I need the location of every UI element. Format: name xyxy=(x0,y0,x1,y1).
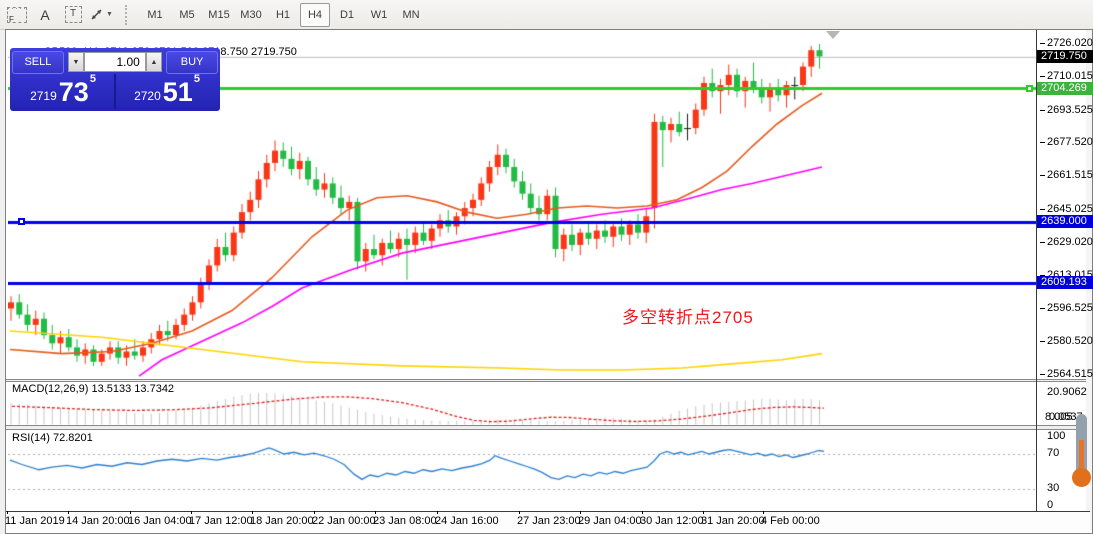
timeframe-button-m30[interactable]: M30 xyxy=(236,3,266,27)
price-badge: 2609.193 xyxy=(1037,276,1093,289)
chart-shift-marker[interactable] xyxy=(826,31,840,39)
text-label-icon: T xyxy=(65,6,82,23)
timeframe-button-w1[interactable]: W1 xyxy=(364,3,394,27)
diagonal-arrows-icon xyxy=(89,7,104,22)
timeframe-button-h1[interactable]: H1 xyxy=(268,3,298,27)
price-tick: 2564.515 xyxy=(1047,368,1093,380)
price-tick: 2661.515 xyxy=(1047,169,1093,181)
rsi-axis-label: 30 xyxy=(1047,482,1059,494)
arrows-tool-button[interactable]: ▼ xyxy=(88,3,114,27)
pane-splitter[interactable] xyxy=(6,425,1090,430)
timeframe-button-m15[interactable]: M15 xyxy=(204,3,234,27)
price-tick: 2645.025 xyxy=(1047,203,1093,215)
date-label: 18 Jan 20:00 xyxy=(250,515,314,527)
macd-label: MACD(12,26,9) 13.5133 13.7342 xyxy=(12,383,174,395)
volume-up-button[interactable]: ▲ xyxy=(146,52,162,72)
buy-button[interactable]: BUY xyxy=(166,51,218,74)
price-tick: 2726.020 xyxy=(1047,37,1093,49)
sell-button[interactable]: SELL xyxy=(12,51,64,74)
toolbar-grip[interactable] xyxy=(125,5,133,25)
rsi-axis-label: 100 xyxy=(1047,430,1065,442)
one-click-trading-panel: SELL ▼ 1.00 ▲ BUY 2719735 2720515 xyxy=(10,48,220,111)
price-tick: 2596.525 xyxy=(1047,302,1093,314)
rsi-label: RSI(14) 72.8201 xyxy=(12,432,93,444)
timeframe-button-mn[interactable]: MN xyxy=(396,3,426,27)
timeframe-button-m5[interactable]: M5 xyxy=(172,3,202,27)
volume-down-button[interactable]: ▼ xyxy=(68,52,84,72)
date-label: 11 Jan 2019 xyxy=(5,515,65,527)
price-badge: 2639.000 xyxy=(1037,215,1093,228)
date-label: 14 Jan 20:00 xyxy=(66,515,130,527)
price-tick: 2629.020 xyxy=(1047,236,1093,248)
rsi-axis-label: 70 xyxy=(1047,447,1059,459)
toolbar: F A T ▼ M1M5M15M30H1H4D1W1MN xyxy=(0,0,1093,30)
price-tick: 2693.525 xyxy=(1047,104,1093,116)
timeframe-bar: M1M5M15M30H1H4D1W1MN xyxy=(139,3,427,27)
price-badge: 2719.750 xyxy=(1037,50,1093,63)
timeframe-button-m1[interactable]: M1 xyxy=(140,3,170,27)
date-label: 30 Jan 12:00 xyxy=(640,515,704,527)
sell-price[interactable]: 2719735 xyxy=(12,74,114,109)
pane-splitter[interactable] xyxy=(6,379,1090,382)
date-label: 22 Jan 00:00 xyxy=(312,515,376,527)
price-tick: 2710.015 xyxy=(1047,70,1093,82)
macd-axis-top: 20.9062 xyxy=(1047,386,1087,398)
text-label-tool-button[interactable]: T xyxy=(60,3,86,27)
chevron-down-icon[interactable]: ▼ xyxy=(106,11,113,18)
chart-annotation: 多空转折点2705 xyxy=(622,303,754,328)
chart-window: ▲SP500-,H4 2719.250 2721.500 2718.750 27… xyxy=(5,29,1093,534)
date-label: 16 Jan 04:00 xyxy=(128,515,192,527)
date-label: 31 Jan 20:00 xyxy=(701,515,765,527)
date-label: 24 Jan 16:00 xyxy=(435,515,499,527)
rsi-axis-label: 0 xyxy=(1047,499,1053,511)
timeframe-button-d1[interactable]: D1 xyxy=(332,3,362,27)
axis-border xyxy=(1036,30,1037,511)
grid-f-tool-button[interactable]: F xyxy=(4,3,30,27)
hline-handle[interactable] xyxy=(18,218,25,225)
hline-handle[interactable] xyxy=(1026,85,1033,92)
mt4-window: F A T ▼ M1M5M15M30H1H4D1W1MN ▲SP500-,H4 … xyxy=(0,0,1093,534)
rsi-canvas[interactable] xyxy=(8,430,1036,509)
timeframe-button-h4[interactable]: H4 xyxy=(300,3,330,27)
buy-price[interactable]: 2720515 xyxy=(116,74,218,109)
grid-f-icon: F xyxy=(7,7,27,23)
date-label: 17 Jan 12:00 xyxy=(189,515,253,527)
price-tick: 2677.520 xyxy=(1047,136,1093,148)
date-label: 4 Feb 00:00 xyxy=(761,515,820,527)
date-label: 27 Jan 23:00 xyxy=(517,515,581,527)
date-label: 29 Jan 04:00 xyxy=(578,515,642,527)
price-tick: 2580.520 xyxy=(1047,335,1093,347)
text-tool-button[interactable]: A xyxy=(32,3,58,27)
date-label: 23 Jan 08:00 xyxy=(373,515,437,527)
thermometer-icon xyxy=(1071,414,1093,496)
price-badge: 2704.269 xyxy=(1037,82,1093,95)
